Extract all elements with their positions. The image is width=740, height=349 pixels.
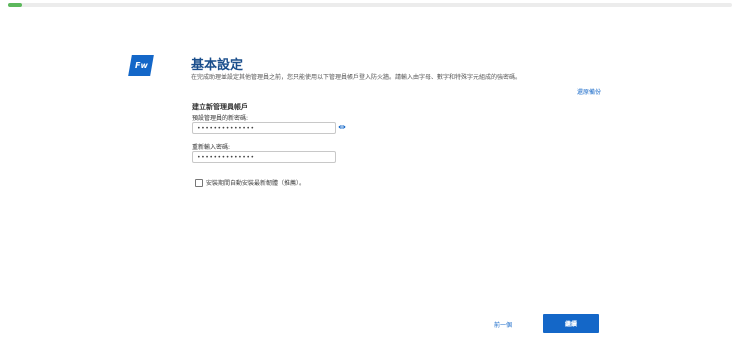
- section-title: 建立新管理員帳戶: [192, 103, 248, 111]
- back-button[interactable]: 前一個: [479, 315, 527, 333]
- setup-page: Fw 基本設定 在完成助理並設定其他管理員之前，您只能使用以下管理員帳戶登入防火…: [0, 0, 740, 349]
- auto-update-option[interactable]: 安裝期間自動安裝最新韌體（推薦）。: [195, 178, 305, 187]
- eye-icon[interactable]: [338, 123, 346, 131]
- password-label: 預設管理員的新密碼:: [192, 115, 249, 122]
- continue-button[interactable]: 繼續: [543, 314, 599, 333]
- password-input[interactable]: [192, 122, 336, 134]
- confirm-password-label: 重新輸入密碼:: [192, 144, 231, 151]
- page-subtitle: 在完成助理並設定其他管理員之前，您只能使用以下管理員帳戶登入防火牆。請輸入由字母…: [191, 74, 522, 81]
- firewall-logo: Fw: [128, 55, 154, 76]
- logo-text: Fw: [134, 61, 148, 70]
- progress-fill: [8, 3, 23, 7]
- auto-update-label: 安裝期間自動安裝最新韌體（推薦）。: [206, 180, 306, 187]
- progress-bar: [8, 3, 732, 7]
- auto-update-checkbox[interactable]: [195, 178, 203, 187]
- restore-backup-link[interactable]: 還原備份: [577, 87, 601, 96]
- confirm-password-input[interactable]: [192, 151, 336, 163]
- page-title: 基本設定: [191, 58, 244, 73]
